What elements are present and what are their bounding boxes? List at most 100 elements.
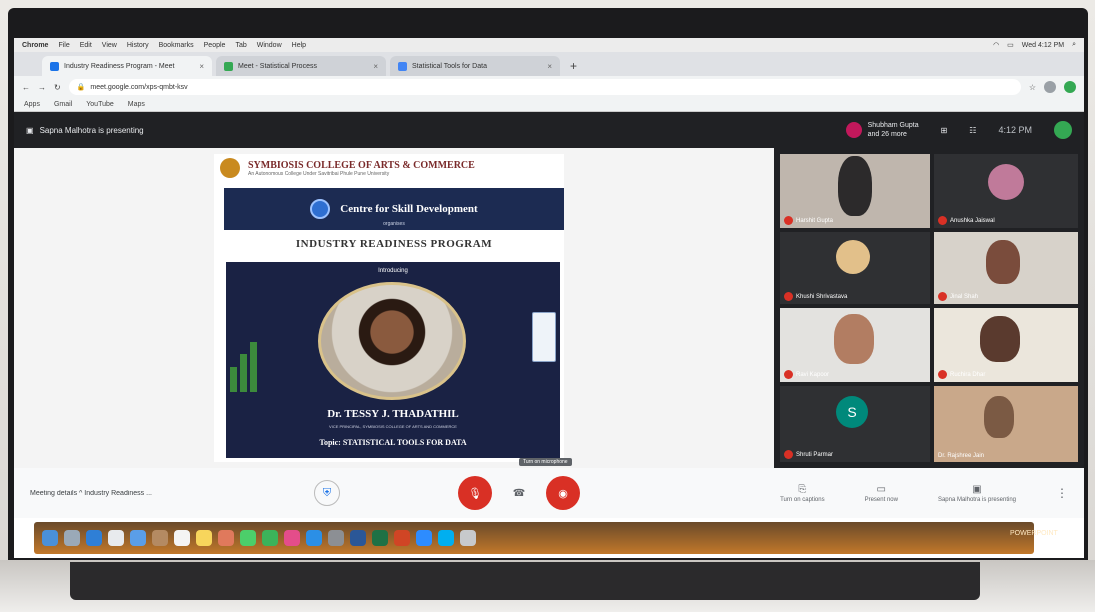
layout-icon[interactable]: ⊞ bbox=[941, 126, 948, 135]
menu-item-history[interactable]: History bbox=[127, 42, 149, 49]
close-tab-icon[interactable]: × bbox=[373, 62, 378, 71]
participant-tile[interactable]: Dr. Rajshree Jain bbox=[934, 386, 1078, 462]
meeting-details[interactable]: Meeting details ^ Industry Readiness ... bbox=[30, 490, 300, 497]
photos-icon[interactable] bbox=[218, 530, 234, 546]
notes-icon[interactable] bbox=[196, 530, 212, 546]
participant-tile[interactable]: Khushi Shrivastava bbox=[780, 232, 930, 304]
presentation-stage: SYMBIOSIS COLLEGE OF ARTS & COMMERCE An … bbox=[14, 148, 774, 468]
participant-name: Khushi Shrivastava bbox=[796, 293, 848, 300]
menu-item-window[interactable]: Window bbox=[257, 42, 282, 49]
stop-presenting-button[interactable]: ▣ Sapna Malhotra is presenting bbox=[938, 484, 1016, 503]
participant-tile[interactable]: Ruchira Dhar bbox=[934, 308, 1078, 382]
deco-bar bbox=[240, 354, 247, 392]
captions-button[interactable]: ⎘ Turn on captions bbox=[780, 484, 824, 503]
participant-tile[interactable]: S Shruti Parmar bbox=[780, 386, 930, 462]
skype-icon[interactable] bbox=[438, 530, 454, 546]
meet-favicon-icon bbox=[50, 61, 59, 71]
participant-tile[interactable]: Ravi Kapoor bbox=[780, 308, 930, 382]
participant-tile[interactable]: Jinal Shah bbox=[934, 232, 1078, 304]
calendar-icon[interactable] bbox=[174, 530, 190, 546]
participant-grid: Harshit Gupta Anushka Jaiswal Khushi Shr… bbox=[774, 148, 1084, 468]
meet-favicon-icon bbox=[224, 61, 233, 71]
menu-item-bookmarks[interactable]: Bookmarks bbox=[159, 42, 194, 49]
present-now-button[interactable]: ▭ Present now bbox=[865, 484, 898, 503]
more-options-icon[interactable]: ⋮ bbox=[1056, 486, 1068, 500]
launchpad-icon[interactable] bbox=[64, 530, 80, 546]
camera-off-button[interactable]: ◉ bbox=[546, 476, 580, 510]
chat-button[interactable] bbox=[1054, 121, 1072, 139]
finder-icon[interactable] bbox=[42, 530, 58, 546]
mail-icon[interactable] bbox=[130, 530, 146, 546]
college-subtitle: An Autonomous College Under Savitribai P… bbox=[248, 170, 390, 177]
laptop-bottom-bezel bbox=[70, 562, 980, 600]
new-tab-button[interactable]: + bbox=[564, 59, 583, 76]
zoom-icon[interactable] bbox=[416, 530, 432, 546]
close-tab-icon[interactable]: × bbox=[547, 62, 552, 71]
mac-dock: POWERPOINT bbox=[34, 522, 1058, 554]
forward-icon[interactable]: → bbox=[38, 83, 46, 92]
profile-avatar[interactable] bbox=[1064, 81, 1076, 93]
wifi-icon[interactable]: ◠ bbox=[993, 41, 999, 49]
avatar bbox=[988, 164, 1024, 200]
bookmark-youtube[interactable]: YouTube bbox=[86, 101, 114, 108]
menu-item-people[interactable]: People bbox=[204, 42, 226, 49]
document-decoration-icon bbox=[532, 312, 556, 362]
tab-meet-2[interactable]: Meet - Statistical Process × bbox=[216, 56, 386, 76]
mic-off-button[interactable]: 🎙 bbox=[458, 476, 492, 510]
contacts-icon[interactable] bbox=[152, 530, 168, 546]
bookmark-maps[interactable]: Maps bbox=[128, 101, 145, 108]
joined-participants[interactable]: Shubham Gupta and 26 more bbox=[845, 121, 919, 139]
bookmark-apps[interactable]: Apps bbox=[24, 101, 40, 108]
back-icon[interactable]: ← bbox=[22, 83, 30, 92]
leave-call-icon[interactable]: ☎ bbox=[506, 480, 532, 506]
menubar-status: ◠ ▭ Wed 4:12 PM ⌕ bbox=[993, 41, 1076, 49]
chrome-icon[interactable] bbox=[108, 530, 124, 546]
avatar bbox=[836, 240, 870, 274]
mic-off-icon bbox=[784, 216, 793, 225]
reload-icon[interactable]: ↻ bbox=[54, 83, 61, 92]
search-icon[interactable]: ⌕ bbox=[1072, 41, 1076, 49]
program-title: INDUSTRY READINESS PROGRAM bbox=[295, 238, 493, 250]
messages-icon[interactable] bbox=[240, 530, 256, 546]
bookmark-gmail[interactable]: Gmail bbox=[54, 101, 72, 108]
stop-presenting-label: Sapna Malhotra is presenting bbox=[937, 496, 1016, 503]
joined-line1: Shubham Gupta bbox=[867, 122, 919, 129]
menu-item-tab[interactable]: Tab bbox=[235, 42, 246, 49]
menu-item-help[interactable]: Help bbox=[292, 42, 306, 49]
participant-tile[interactable]: Harshit Gupta bbox=[780, 154, 930, 228]
safari-icon[interactable] bbox=[86, 530, 102, 546]
organises-text: organises bbox=[383, 221, 405, 227]
star-icon[interactable]: ☆ bbox=[1029, 83, 1036, 92]
extension-icon[interactable] bbox=[1044, 81, 1056, 93]
participant-tile[interactable]: Anushka Jaiswal bbox=[934, 154, 1078, 228]
excel-icon[interactable] bbox=[372, 530, 388, 546]
facetime-icon[interactable] bbox=[262, 530, 278, 546]
controls-right: ⎘ Turn on captions ▭ Present now ▣ Sapna Ma… bbox=[780, 484, 1068, 503]
menu-item-chrome[interactable]: Chrome bbox=[22, 42, 48, 49]
close-tab-icon[interactable]: × bbox=[199, 62, 204, 71]
emblem-icon bbox=[310, 199, 331, 219]
menu-item-edit[interactable]: Edit bbox=[80, 42, 92, 49]
meet-top-right: Shubham Gupta and 26 more ⊞ ☷ 4:12 PM bbox=[845, 121, 1072, 139]
url-field[interactable]: 🔒 meet.google.com/xps-qmbt-ksv bbox=[68, 79, 1021, 95]
tab-strip: Industry Readiness Program - Meet × Meet… bbox=[14, 52, 1084, 76]
mac-menu-bar: Chrome File Edit View History Bookmarks … bbox=[14, 38, 1084, 52]
tab-docs[interactable]: Statistical Tools for Data × bbox=[390, 56, 560, 76]
tab-meet[interactable]: Industry Readiness Program - Meet × bbox=[42, 56, 212, 76]
trash-icon[interactable] bbox=[460, 530, 476, 546]
powerpoint-icon[interactable] bbox=[394, 530, 410, 546]
settings-icon[interactable] bbox=[328, 530, 344, 546]
shield-icon[interactable]: ⛨ bbox=[314, 480, 340, 506]
people-icon[interactable]: ☷ bbox=[969, 126, 976, 135]
participant-video bbox=[986, 240, 1020, 284]
itunes-icon[interactable] bbox=[284, 530, 300, 546]
participant-caption: Dr. Rajshree Jain bbox=[938, 453, 984, 459]
tab-label: Statistical Tools for Data bbox=[412, 62, 487, 70]
appstore-icon[interactable] bbox=[306, 530, 322, 546]
battery-icon[interactable]: ▭ bbox=[1007, 41, 1014, 49]
menu-item-file[interactable]: File bbox=[58, 42, 69, 49]
menu-item-view[interactable]: View bbox=[102, 42, 117, 49]
word-icon[interactable] bbox=[350, 530, 366, 546]
menubar-clock[interactable]: Wed 4:12 PM bbox=[1022, 42, 1064, 49]
joined-text: Shubham Gupta and 26 more bbox=[868, 121, 919, 139]
